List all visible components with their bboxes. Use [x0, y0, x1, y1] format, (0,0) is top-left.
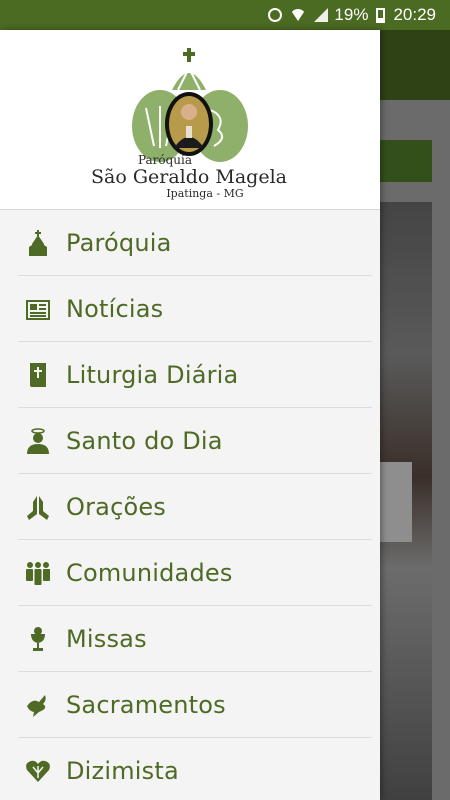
menu-item-noticias[interactable]: Notícias: [0, 276, 380, 342]
logo-line2: São Geraldo Magela: [91, 166, 287, 188]
alarm-icon: [268, 8, 283, 22]
menu-item-santo-do-dia[interactable]: Santo do Dia: [0, 408, 380, 474]
menu-label: Notícias: [66, 295, 164, 323]
menu-label: Orações: [66, 493, 167, 521]
status-time: 20:29: [393, 5, 436, 24]
drawer-header: Paróquia São Geraldo Magela Ipatinga - M…: [0, 30, 380, 210]
navigation-drawer: Paróquia São Geraldo Magela Ipatinga - M…: [0, 30, 380, 800]
menu-label: Missas: [66, 625, 147, 653]
praying-hands-icon: [24, 493, 52, 521]
drawer-menu: Paróquia Notícias Liturgia Diária Santo …: [0, 210, 380, 800]
logo-line1: Paróquia: [137, 153, 193, 167]
menu-item-liturgia-diaria[interactable]: Liturgia Diária: [0, 342, 380, 408]
menu-label: Liturgia Diária: [66, 361, 239, 389]
menu-label: Paróquia: [66, 229, 172, 257]
heart-icon: [24, 757, 52, 785]
menu-item-dizimista[interactable]: Dizimista: [0, 738, 380, 800]
dove-icon: [24, 691, 52, 719]
menu-label: Sacramentos: [66, 691, 226, 719]
menu-item-paroquia[interactable]: Paróquia: [0, 210, 380, 276]
menu-item-missas[interactable]: Missas: [0, 606, 380, 672]
wifi-icon: [290, 9, 307, 21]
menu-label: Santo do Dia: [66, 427, 223, 455]
logo-text: Paróquia São Geraldo Magela Ipatinga - M…: [0, 154, 380, 200]
status-bar: 19% 20:29: [0, 0, 450, 30]
community-icon: [24, 559, 52, 587]
menu-item-oracoes[interactable]: Orações: [0, 474, 380, 540]
menu-label: Comunidades: [66, 559, 233, 587]
saint-icon: [24, 427, 52, 455]
newspaper-icon: [24, 295, 52, 323]
chalice-icon: [24, 625, 52, 653]
battery-percent: 19%: [334, 5, 369, 24]
battery-icon: [376, 7, 386, 23]
signal-icon: [314, 8, 329, 22]
church-icon: [24, 229, 52, 257]
menu-label: Dizimista: [66, 757, 179, 785]
logo-line3: Ipatinga - MG: [166, 187, 244, 200]
bible-icon: [24, 361, 52, 389]
menu-item-sacramentos[interactable]: Sacramentos: [0, 672, 380, 738]
menu-item-comunidades[interactable]: Comunidades: [0, 540, 380, 606]
